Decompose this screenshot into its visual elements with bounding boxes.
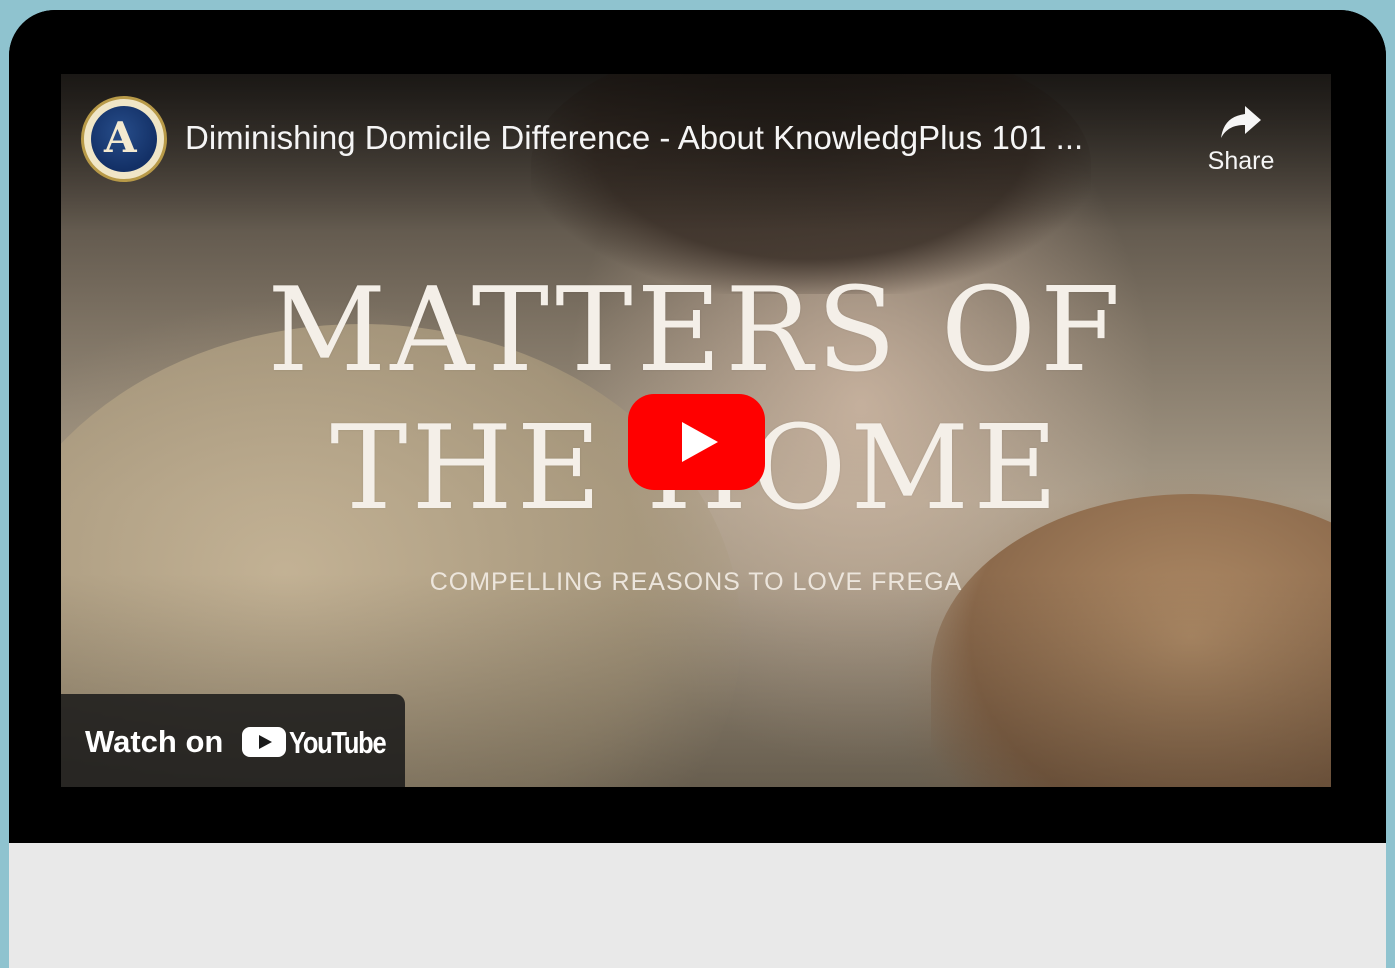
share-arrow-icon <box>1221 106 1261 138</box>
video-player[interactable]: MATTERS OF THE HOME COMPELLING REASONS T… <box>61 74 1331 787</box>
share-button[interactable]: Share <box>1196 102 1286 197</box>
youtube-wordmark: YouTube <box>289 725 387 760</box>
player-top-bar: A Diminishing Domicile Difference - Abou… <box>61 74 1331 204</box>
embed-frame: MATTERS OF THE HOME COMPELLING REASONS T… <box>9 10 1386 968</box>
play-button[interactable] <box>628 394 765 490</box>
share-label: Share <box>1207 147 1275 175</box>
channel-logo-icon: A <box>91 106 157 172</box>
channel-logo-mark: A <box>104 113 137 162</box>
video-title-link[interactable]: Diminishing Domicile Difference - About … <box>185 118 1175 158</box>
thumbnail-subheadline: COMPELLING REASONS TO LOVE FREGA <box>429 568 963 596</box>
watch-on-youtube-button[interactable]: Watch on YouTube <box>61 694 405 787</box>
watch-on-label: Watch on <box>85 724 224 759</box>
video-embed: MATTERS OF THE HOME COMPELLING REASONS T… <box>9 10 1386 843</box>
below-video-panel <box>9 843 1386 968</box>
channel-avatar[interactable]: A <box>81 96 167 182</box>
thumbnail-headline-line1: MATTERS OF <box>267 263 1125 398</box>
youtube-logo-icon <box>242 727 286 757</box>
